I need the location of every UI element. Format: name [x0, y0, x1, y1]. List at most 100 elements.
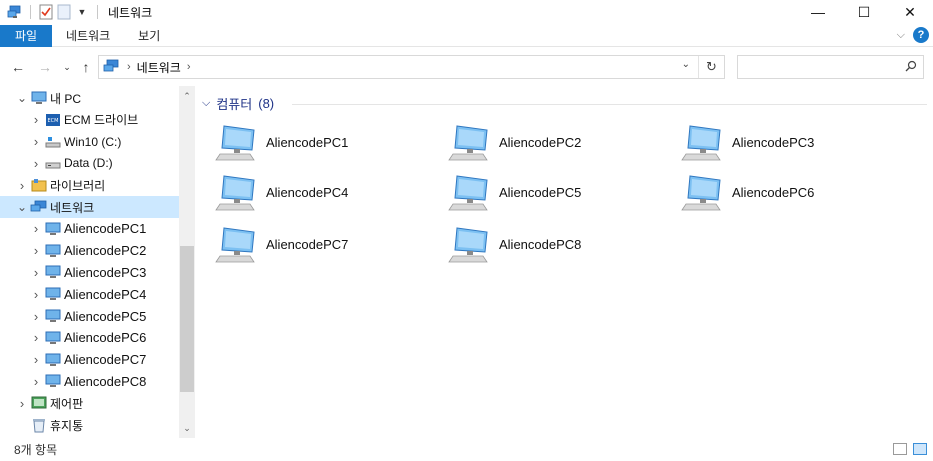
- nav-tree-item[interactable]: › AliencodePC3: [0, 261, 179, 283]
- computer-icon: [214, 226, 258, 266]
- nav-tree-item[interactable]: › AliencodePC1: [0, 218, 179, 240]
- large-icons-view-icon[interactable]: [913, 443, 927, 455]
- close-button[interactable]: ✕: [887, 0, 933, 24]
- refresh-icon[interactable]: ↻: [698, 56, 724, 78]
- breadcrumb-separator-icon[interactable]: ›: [187, 61, 191, 73]
- expand-arrow-icon[interactable]: ›: [30, 309, 42, 324]
- nav-tree-item[interactable]: 휴지통: [0, 414, 179, 436]
- file-view: ⌵ 컴퓨터 (8) AliencodePC1 AliencodePC2 Alienc…: [196, 86, 933, 438]
- nav-tree-item[interactable]: › AliencodePC2: [0, 240, 179, 262]
- nav-tree-label: Data (D:): [64, 156, 113, 171]
- breadcrumb-network[interactable]: 네트워크: [137, 59, 181, 76]
- nav-tree-label: 네트워크: [50, 200, 95, 215]
- computer-icon: [44, 221, 62, 237]
- nav-tree-item[interactable]: › ECM ECM 드라이브: [0, 109, 179, 131]
- nav-tree-item[interactable]: ⌄ 내 PC: [0, 87, 179, 109]
- drive-icon: [44, 155, 62, 171]
- collapse-arrow-icon[interactable]: ⌄: [16, 200, 28, 214]
- computer-icon: [680, 174, 724, 214]
- tab-view[interactable]: 보기: [124, 25, 174, 47]
- network-window-icon: [6, 3, 24, 21]
- computer-icon: [44, 264, 62, 280]
- navigation-pane: ⌃ ⌄ ⌄ 내 PC › ECM ECM 드라이브 › Win10 (C:) › Data (D…: [0, 86, 195, 438]
- address-dropdown-icon[interactable]: ⌄: [682, 59, 690, 70]
- recent-locations-icon[interactable]: ⌄: [58, 57, 76, 77]
- tab-network[interactable]: 네트워크: [52, 25, 124, 47]
- expand-ribbon-icon[interactable]: ⌵: [897, 29, 905, 42]
- library-icon: [30, 177, 48, 193]
- computer-name: AliencodePC3: [732, 135, 815, 150]
- scroll-down-icon[interactable]: ⌄: [179, 420, 195, 436]
- computer-icon: [680, 124, 724, 164]
- scrollbar-thumb[interactable]: [180, 246, 194, 392]
- nav-tree-label: 라이브러리: [50, 178, 106, 193]
- scroll-up-icon[interactable]: ⌃: [179, 88, 195, 104]
- computer-tile[interactable]: AliencodePC6: [662, 170, 882, 216]
- help-icon[interactable]: ?: [913, 27, 929, 43]
- expand-arrow-icon[interactable]: ›: [30, 287, 42, 302]
- expand-arrow-icon[interactable]: ›: [30, 330, 42, 345]
- computer-tile[interactable]: AliencodePC2: [429, 120, 649, 166]
- computer-tile[interactable]: AliencodePC3: [662, 120, 882, 166]
- expand-arrow-icon[interactable]: ›: [30, 134, 42, 149]
- group-title: 컴퓨터: [216, 97, 253, 112]
- expand-arrow-icon[interactable]: ›: [30, 156, 42, 171]
- expand-arrow-icon[interactable]: ›: [16, 178, 28, 193]
- minimize-button[interactable]: —: [795, 0, 841, 24]
- nav-tree-item[interactable]: › 제어판: [0, 392, 179, 414]
- computer-name: AliencodePC7: [266, 237, 349, 252]
- nav-tree-item[interactable]: › AliencodePC8: [0, 370, 179, 392]
- title-bar: ▼ 네트워크 — ☐ ✕: [0, 0, 933, 24]
- expand-arrow-icon[interactable]: ›: [30, 221, 42, 236]
- nav-tree-item[interactable]: › AliencodePC5: [0, 305, 179, 327]
- customize-toolbar-icon[interactable]: ▼: [73, 3, 91, 21]
- nav-tree-item[interactable]: › Data (D:): [0, 152, 179, 174]
- computer-tile[interactable]: AliencodePC7: [196, 222, 416, 268]
- address-bar[interactable]: › 네트워크 › ⌄ ↻: [98, 55, 725, 79]
- ribbon-tabs: 파일 네트워크 보기 ⌵ ?: [0, 24, 933, 47]
- expand-arrow-icon[interactable]: ›: [30, 243, 42, 258]
- nav-tree-item[interactable]: › AliencodePC6: [0, 327, 179, 349]
- nav-tree-label: 제어판: [50, 396, 84, 411]
- navigation-scrollbar[interactable]: ⌃ ⌄: [179, 86, 195, 438]
- nav-tree-label: AliencodePC1: [64, 221, 147, 237]
- maximize-button[interactable]: ☐: [841, 0, 887, 24]
- nav-tree-item[interactable]: › AliencodePC4: [0, 283, 179, 305]
- computer-tile[interactable]: AliencodePC4: [196, 170, 416, 216]
- expand-arrow-icon[interactable]: ›: [30, 374, 42, 389]
- nav-tree-item[interactable]: › Win10 (C:): [0, 131, 179, 153]
- expand-arrow-icon[interactable]: ›: [30, 352, 42, 367]
- computer-icon: [447, 124, 491, 164]
- expand-arrow-icon[interactable]: ›: [30, 265, 42, 280]
- computer-name: AliencodePC2: [499, 135, 582, 150]
- search-box[interactable]: [737, 55, 924, 79]
- quick-access-toolbar: ▼ 네트워크: [0, 0, 152, 24]
- nav-tree-item[interactable]: › 라이브러리: [0, 174, 179, 196]
- computer-icon: [44, 286, 62, 302]
- ribbon-right-controls: ⌵ ?: [897, 27, 929, 43]
- breadcrumb-separator-icon[interactable]: ›: [127, 61, 131, 73]
- details-view-icon[interactable]: [893, 443, 907, 455]
- group-header[interactable]: ⌵ 컴퓨터 (8): [202, 94, 274, 113]
- nav-tree-item[interactable]: ⌄ 네트워크: [0, 196, 179, 218]
- pc-icon: [30, 90, 48, 106]
- collapse-arrow-icon[interactable]: ⌄: [16, 91, 28, 105]
- forward-arrow-icon[interactable]: →: [36, 57, 54, 77]
- back-arrow-icon[interactable]: ←: [9, 57, 27, 77]
- computer-tile[interactable]: AliencodePC1: [196, 120, 416, 166]
- computer-tile[interactable]: AliencodePC8: [429, 222, 649, 268]
- toolbar-separator: [30, 5, 31, 19]
- expand-arrow-icon[interactable]: ›: [16, 396, 28, 411]
- computer-icon: [44, 352, 62, 368]
- nav-tree-label: AliencodePC6: [64, 330, 147, 346]
- tab-file[interactable]: 파일: [0, 24, 52, 47]
- expand-arrow-icon[interactable]: ›: [30, 112, 42, 127]
- properties-icon[interactable]: [37, 3, 55, 21]
- up-arrow-icon[interactable]: ↑: [77, 57, 95, 77]
- computer-icon: [44, 243, 62, 259]
- status-bar: 8개 항목: [0, 438, 933, 461]
- new-folder-icon[interactable]: [55, 3, 73, 21]
- nav-tree-item[interactable]: › AliencodePC7: [0, 349, 179, 371]
- computer-tile[interactable]: AliencodePC5: [429, 170, 649, 216]
- collapse-group-icon[interactable]: ⌵: [202, 97, 210, 110]
